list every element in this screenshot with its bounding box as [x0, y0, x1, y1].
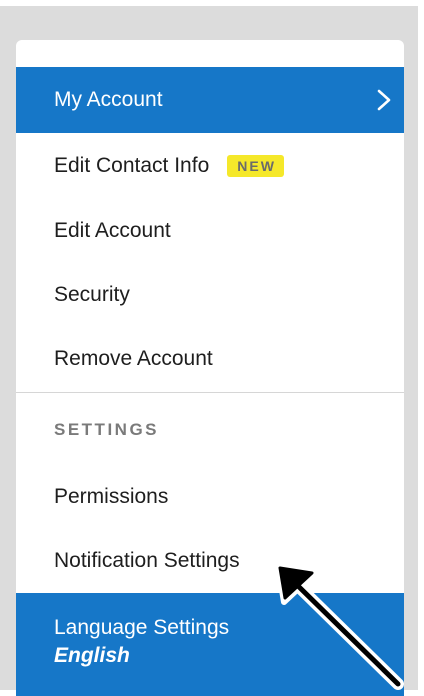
- sidebar-frame: My Account Edit Contact Info NEW Edit Ac…: [0, 6, 418, 696]
- menu-item-label: Permissions: [54, 485, 169, 508]
- settings-section-header: SETTINGS: [54, 420, 160, 439]
- menu-item-my-account[interactable]: My Account: [16, 67, 404, 133]
- new-badge: NEW: [227, 155, 284, 177]
- menu-item-permissions[interactable]: Permissions: [16, 465, 404, 529]
- menu-item-label: Edit Contact Info: [54, 154, 210, 177]
- menu-item-language-settings[interactable]: Language Settings English: [16, 593, 404, 696]
- account-menu-panel: My Account Edit Contact Info NEW Edit Ac…: [16, 40, 404, 696]
- menu-item-label: Remove Account: [54, 347, 213, 370]
- menu-item-label: Edit Account: [54, 219, 171, 242]
- menu-item-label: Notification Settings: [54, 549, 240, 572]
- menu-item-label: Security: [54, 283, 130, 306]
- menu-item-remove-account[interactable]: Remove Account: [16, 327, 404, 391]
- language-value: English: [54, 644, 130, 667]
- menu-item-edit-contact-info[interactable]: Edit Contact Info NEW: [16, 133, 404, 199]
- section-divider: [16, 392, 404, 393]
- menu-item-label: Language Settings: [54, 616, 230, 639]
- menu-item-label: My Account: [54, 88, 163, 111]
- menu-item-security[interactable]: Security: [16, 263, 404, 327]
- chevron-right-icon: [377, 89, 391, 111]
- menu-item-edit-account[interactable]: Edit Account: [16, 199, 404, 263]
- menu-item-notification-settings[interactable]: Notification Settings: [16, 529, 404, 593]
